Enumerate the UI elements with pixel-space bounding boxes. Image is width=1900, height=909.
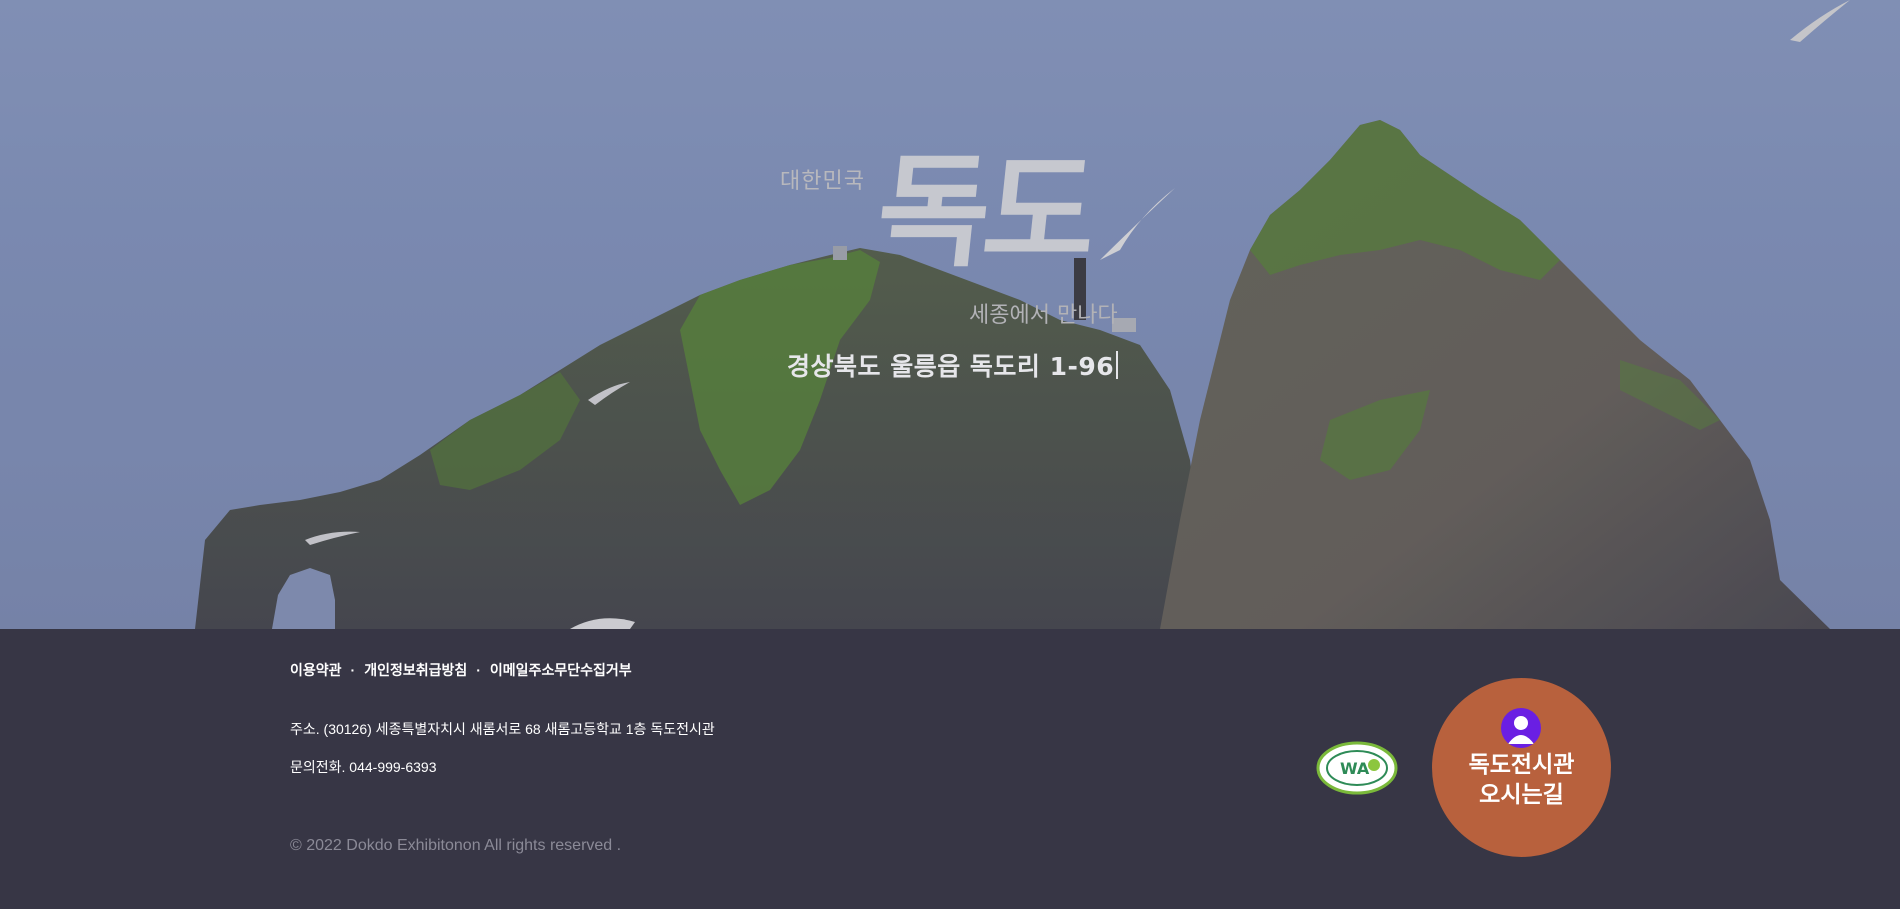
hero-title: 독도 [870,139,1099,283]
footer-address: 주소. (30126) 세종특별자치시 새롬서로 68 새롬고등학교 1층 독도… [290,721,715,737]
site-footer: 이용약관 · 개인정보취급방침 · 이메일주소무단수집거부 주소. (30126) 세종… [0,629,1900,909]
hero-tagline-bottom: 세종에서 만나다 [969,303,1118,328]
typing-caret [1116,351,1119,379]
directions-line1: 독도전시관 [1468,752,1575,778]
hero-address-text: 경상북도 울릉읍 독도리 1-96 [787,352,1115,381]
privacy-policy-link[interactable]: 개인정보취급방침 [364,662,467,678]
footer-links: 이용약관 · 개인정보취급방침 · 이메일주소무단수집거부 [290,660,632,680]
footer-link-separator: · [476,662,481,678]
footer-copyright: © 2022 Dokdo Exhibitonon All rights rese… [290,837,622,854]
terms-of-use-link[interactable]: 이용약관 [290,662,342,678]
email-collection-refusal-link[interactable]: 이메일주소무단수집거부 [490,662,632,678]
directions-button[interactable]: 독도전시관 오시는길 [1432,678,1611,857]
person-icon [1501,708,1541,748]
footer-phone: 문의전화. 044-999-6393 [290,759,437,775]
footer-link-separator: · [350,662,356,678]
web-accessibility-mark-icon: WA [1316,741,1398,795]
directions-button-label: 독도전시관 오시는길 [1432,750,1611,810]
wa-mark-text: WA [1340,759,1370,778]
hero-address: 경상북도 울릉읍 독도리 1-96 [787,347,1119,383]
hero-branding: 대한민국 독도 세종에서 만나다 경상북도 울릉읍 독도리 1-96 [0,0,1900,629]
hero-section: 대한민국 독도 세종에서 만나다 경상북도 울릉읍 독도리 1-96 [0,0,1900,629]
hero-tagline-top: 대한민국 [780,169,865,194]
directions-line2: 오시는길 [1479,782,1564,808]
